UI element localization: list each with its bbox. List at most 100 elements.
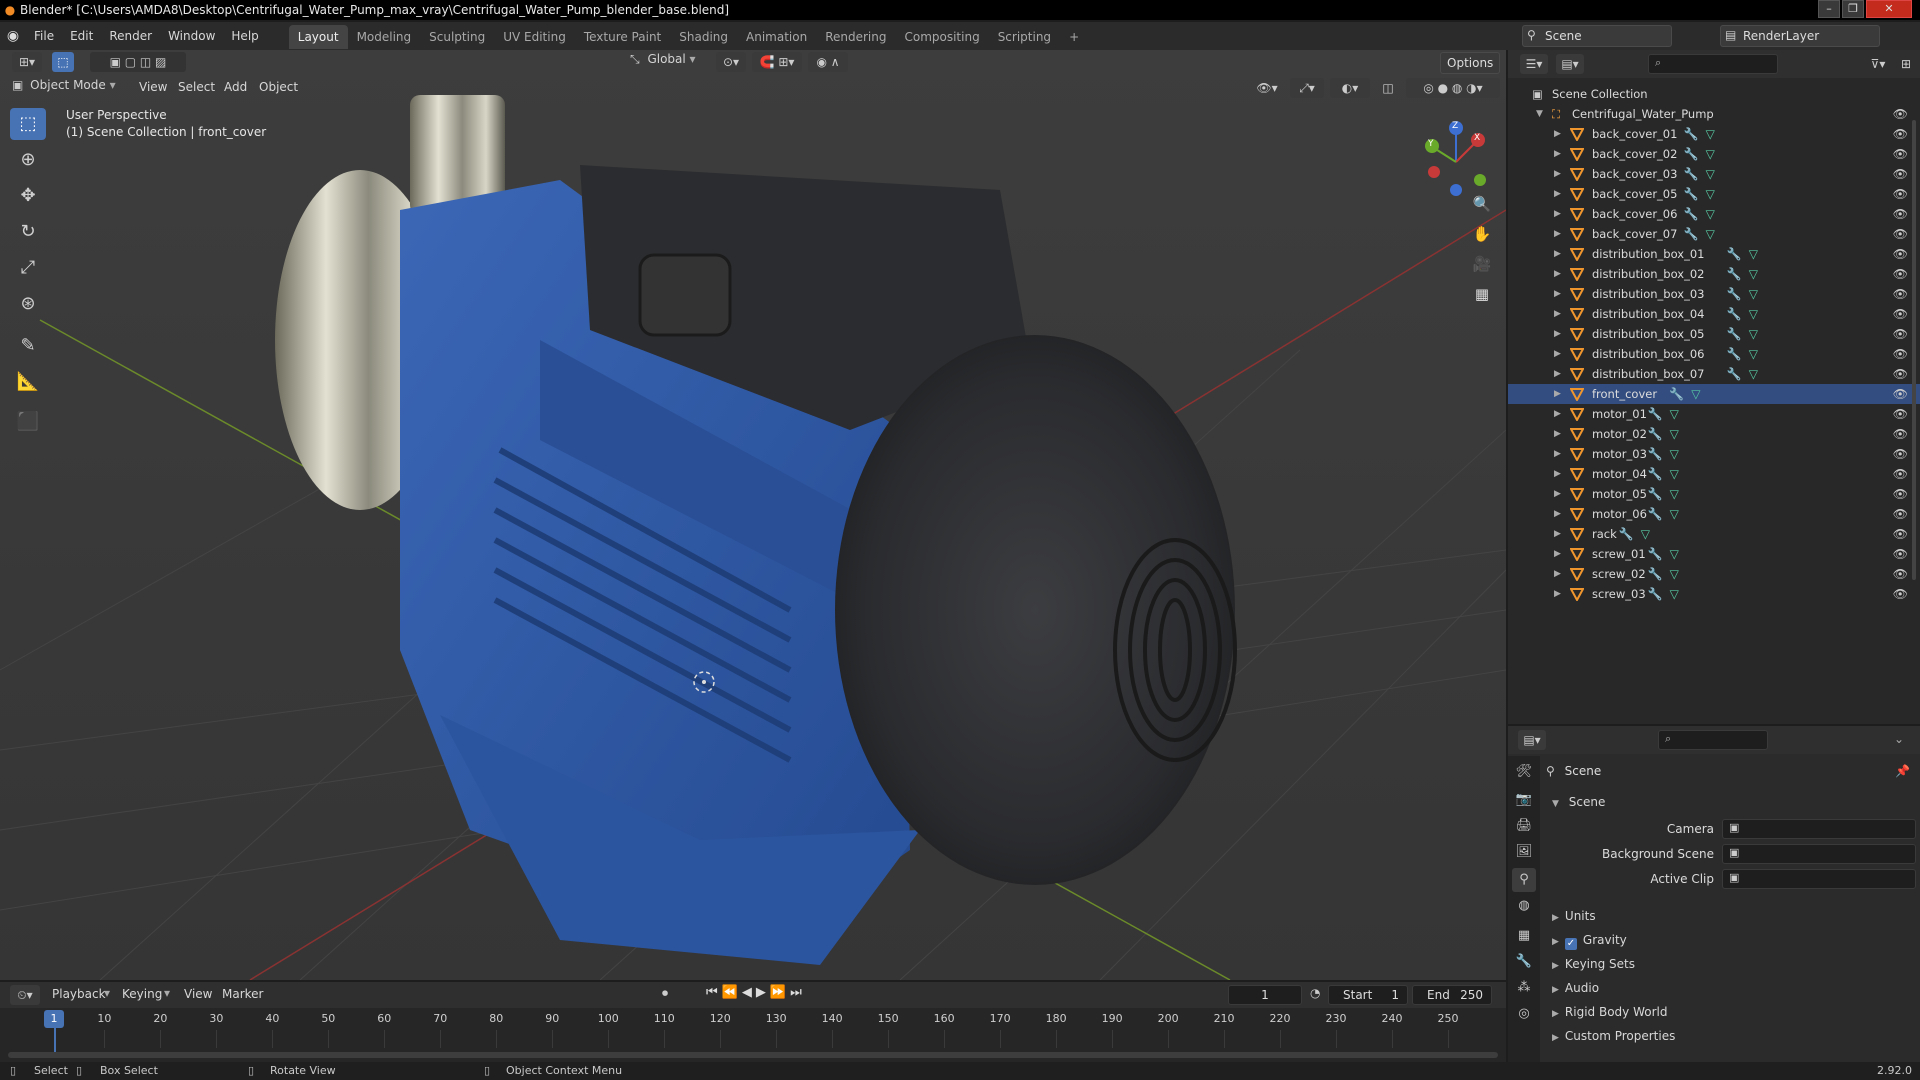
- modifier-wrench-icon[interactable]: 🔧: [1619, 524, 1634, 544]
- expand-arrow-icon[interactable]: ▶: [1554, 144, 1561, 164]
- close-button[interactable]: ✕: [1866, 0, 1912, 18]
- tab-uv-editing[interactable]: UV Editing: [494, 25, 575, 49]
- modifier-wrench-icon[interactable]: 🔧: [1727, 344, 1742, 364]
- outliner-item-back-cover-07[interactable]: ▶ back_cover_07 🔧 ▽ 👁: [1508, 224, 1920, 244]
- proportional-edit-button[interactable]: ◉ ∧: [808, 52, 848, 72]
- zoom-icon[interactable]: 🔍: [1468, 190, 1496, 218]
- menu-help[interactable]: Help: [223, 23, 266, 49]
- mesh-data-icon[interactable]: ▽: [1670, 464, 1679, 484]
- options-button[interactable]: Options: [1440, 52, 1500, 74]
- gravity-checkbox[interactable]: ✓: [1564, 938, 1577, 950]
- filter-icon[interactable]: ⊽▾: [1864, 54, 1892, 74]
- tab-texture-paint[interactable]: Texture Paint: [575, 25, 670, 49]
- start-frame-field[interactable]: Start 1: [1328, 985, 1408, 1005]
- timeline-editor-type-icon[interactable]: ⏲▾: [10, 985, 40, 1005]
- overlays-icon[interactable]: ◐▾: [1330, 78, 1370, 98]
- transform-tool-icon[interactable]: ⊛: [10, 288, 46, 320]
- properties-search-input[interactable]: ⌕: [1658, 730, 1768, 750]
- outliner-collection[interactable]: ▼ ⛶ Centrifugal_Water_Pump 👁: [1508, 104, 1920, 124]
- eye-icon[interactable]: 👁: [1893, 504, 1908, 524]
- eye-icon[interactable]: 👁: [1893, 344, 1908, 364]
- eye-icon[interactable]: 👁: [1893, 364, 1908, 384]
- pan-hand-icon[interactable]: ✋: [1468, 220, 1496, 248]
- menu-edit[interactable]: Edit: [62, 23, 101, 49]
- outliner-item-screw-03[interactable]: ▶ screw_03 🔧 ▽ 👁: [1508, 584, 1920, 604]
- field-input[interactable]: ▣: [1722, 869, 1916, 889]
- field-input[interactable]: ▣: [1722, 844, 1916, 864]
- clock-icon[interactable]: ◔: [1310, 986, 1320, 1000]
- eye-icon[interactable]: 👁: [1893, 584, 1908, 604]
- eye-icon[interactable]: 👁: [1893, 304, 1908, 324]
- mesh-data-icon[interactable]: ▽: [1706, 224, 1715, 244]
- expand-arrow-icon[interactable]: ▶: [1554, 504, 1561, 524]
- mesh-data-icon[interactable]: ▽: [1670, 584, 1679, 604]
- mesh-data-icon[interactable]: ▽: [1749, 304, 1758, 324]
- mesh-data-icon[interactable]: ▽: [1706, 124, 1715, 144]
- blender-menu-icon[interactable]: ◉: [0, 28, 26, 44]
- mesh-data-icon[interactable]: ▽: [1691, 384, 1700, 404]
- pin-icon[interactable]: 📌: [1895, 760, 1910, 782]
- subpanel-rigid-body-world[interactable]: ▶ Rigid Body World: [1542, 1000, 1918, 1024]
- tab-scripting[interactable]: Scripting: [989, 25, 1060, 49]
- particles-tab-icon[interactable]: ⁂: [1512, 976, 1536, 1000]
- expand-arrow-icon[interactable]: ▶: [1554, 404, 1561, 424]
- mesh-data-icon[interactable]: ▽: [1749, 264, 1758, 284]
- scene-name-field[interactable]: Scene: [1522, 25, 1672, 47]
- outliner-scene-collection[interactable]: ▣ Scene Collection: [1508, 84, 1920, 104]
- outliner-item-distribution-box-05[interactable]: ▶ distribution_box_05 🔧 ▽ 👁: [1508, 324, 1920, 344]
- expand-arrow-icon[interactable]: ▶: [1554, 204, 1561, 224]
- measure-tool-icon[interactable]: 📐: [10, 366, 46, 398]
- mesh-data-icon[interactable]: ▽: [1670, 504, 1679, 524]
- mesh-data-icon[interactable]: ▽: [1749, 244, 1758, 264]
- modifier-tab-icon[interactable]: 🔧: [1512, 950, 1536, 974]
- eye-icon[interactable]: 👁: [1893, 424, 1908, 444]
- outliner-editor-type-icon[interactable]: ☰▾: [1520, 54, 1548, 74]
- eye-icon[interactable]: 👁: [1893, 124, 1908, 144]
- cable-gland[interactable]: [638, 253, 732, 337]
- viewport-scene[interactable]: [0, 50, 1506, 980]
- mesh-data-icon[interactable]: ▽: [1706, 184, 1715, 204]
- modifier-wrench-icon[interactable]: 🔧: [1727, 364, 1742, 384]
- record-icon[interactable]: ⏺: [662, 986, 668, 1001]
- chevron-down-icon[interactable]: ⌄: [1894, 732, 1904, 746]
- 3d-viewport[interactable]: ⊞▾ ⬚ ▣ ▢ ◫ ▨ ⤡ Global ▾ ⊙▾ 🧲 ⊞▾ ◉ ∧ Opti…: [0, 50, 1506, 980]
- expand-arrow-icon[interactable]: ▶: [1554, 344, 1561, 364]
- scene-panel-header[interactable]: ▼ Scene: [1542, 790, 1918, 814]
- modifier-wrench-icon[interactable]: 🔧: [1648, 584, 1663, 604]
- subpanel-custom-properties[interactable]: ▶ Custom Properties: [1542, 1024, 1918, 1048]
- view-layer-tab-icon[interactable]: 🖼: [1512, 840, 1536, 864]
- modifier-wrench-icon[interactable]: 🔧: [1727, 304, 1742, 324]
- eye-icon[interactable]: 👁: [1893, 524, 1908, 544]
- modifier-wrench-icon[interactable]: 🔧: [1648, 544, 1663, 564]
- eye-icon[interactable]: 👁: [1893, 404, 1908, 424]
- modifier-wrench-icon[interactable]: 🔧: [1648, 404, 1663, 424]
- outliner-item-distribution-box-03[interactable]: ▶ distribution_box_03 🔧 ▽ 👁: [1508, 284, 1920, 304]
- expand-arrow-icon[interactable]: ▶: [1554, 424, 1561, 444]
- eye-icon[interactable]: 👁: [1893, 144, 1908, 164]
- annotate-tool-icon[interactable]: ✎: [10, 330, 46, 362]
- eye-icon[interactable]: 👁: [1893, 264, 1908, 284]
- modifier-wrench-icon[interactable]: 🔧: [1669, 384, 1684, 404]
- outliner-item-motor-03[interactable]: ▶ motor_03 🔧 ▽ 👁: [1508, 444, 1920, 464]
- menu-window[interactable]: Window: [160, 23, 223, 49]
- tab-layout[interactable]: Layout: [288, 25, 348, 49]
- outliner-item-screw-02[interactable]: ▶ screw_02 🔧 ▽ 👁: [1508, 564, 1920, 584]
- playback-controls[interactable]: ⏮⏪◀▶⏩⏭: [706, 985, 806, 1000]
- select-tool-button[interactable]: ⬚: [52, 52, 74, 72]
- expand-arrow-icon[interactable]: ▶: [1554, 224, 1561, 244]
- mesh-data-icon[interactable]: ▽: [1706, 144, 1715, 164]
- playhead[interactable]: 1: [44, 1010, 64, 1028]
- timeline-menu-keying[interactable]: Keying: [114, 982, 170, 1006]
- tab-shading[interactable]: Shading: [670, 25, 737, 49]
- outliner-item-distribution-box-06[interactable]: ▶ distribution_box_06 🔧 ▽ 👁: [1508, 344, 1920, 364]
- render-layer-field[interactable]: RenderLayer: [1720, 25, 1880, 47]
- outliner-item-distribution-box-02[interactable]: ▶ distribution_box_02 🔧 ▽ 👁: [1508, 264, 1920, 284]
- mesh-data-icon[interactable]: ▽: [1749, 284, 1758, 304]
- properties-editor-type-icon[interactable]: ▤▾: [1518, 730, 1546, 750]
- outliner-item-back-cover-06[interactable]: ▶ back_cover_06 🔧 ▽ 👁: [1508, 204, 1920, 224]
- mesh-data-icon[interactable]: ▽: [1670, 564, 1679, 584]
- mesh-data-icon[interactable]: ▽: [1670, 444, 1679, 464]
- eye-icon[interactable]: 👁: [1893, 204, 1908, 224]
- mesh-data-icon[interactable]: ▽: [1749, 324, 1758, 344]
- gizmo-toggle-icon[interactable]: ⤢▾: [1290, 78, 1324, 98]
